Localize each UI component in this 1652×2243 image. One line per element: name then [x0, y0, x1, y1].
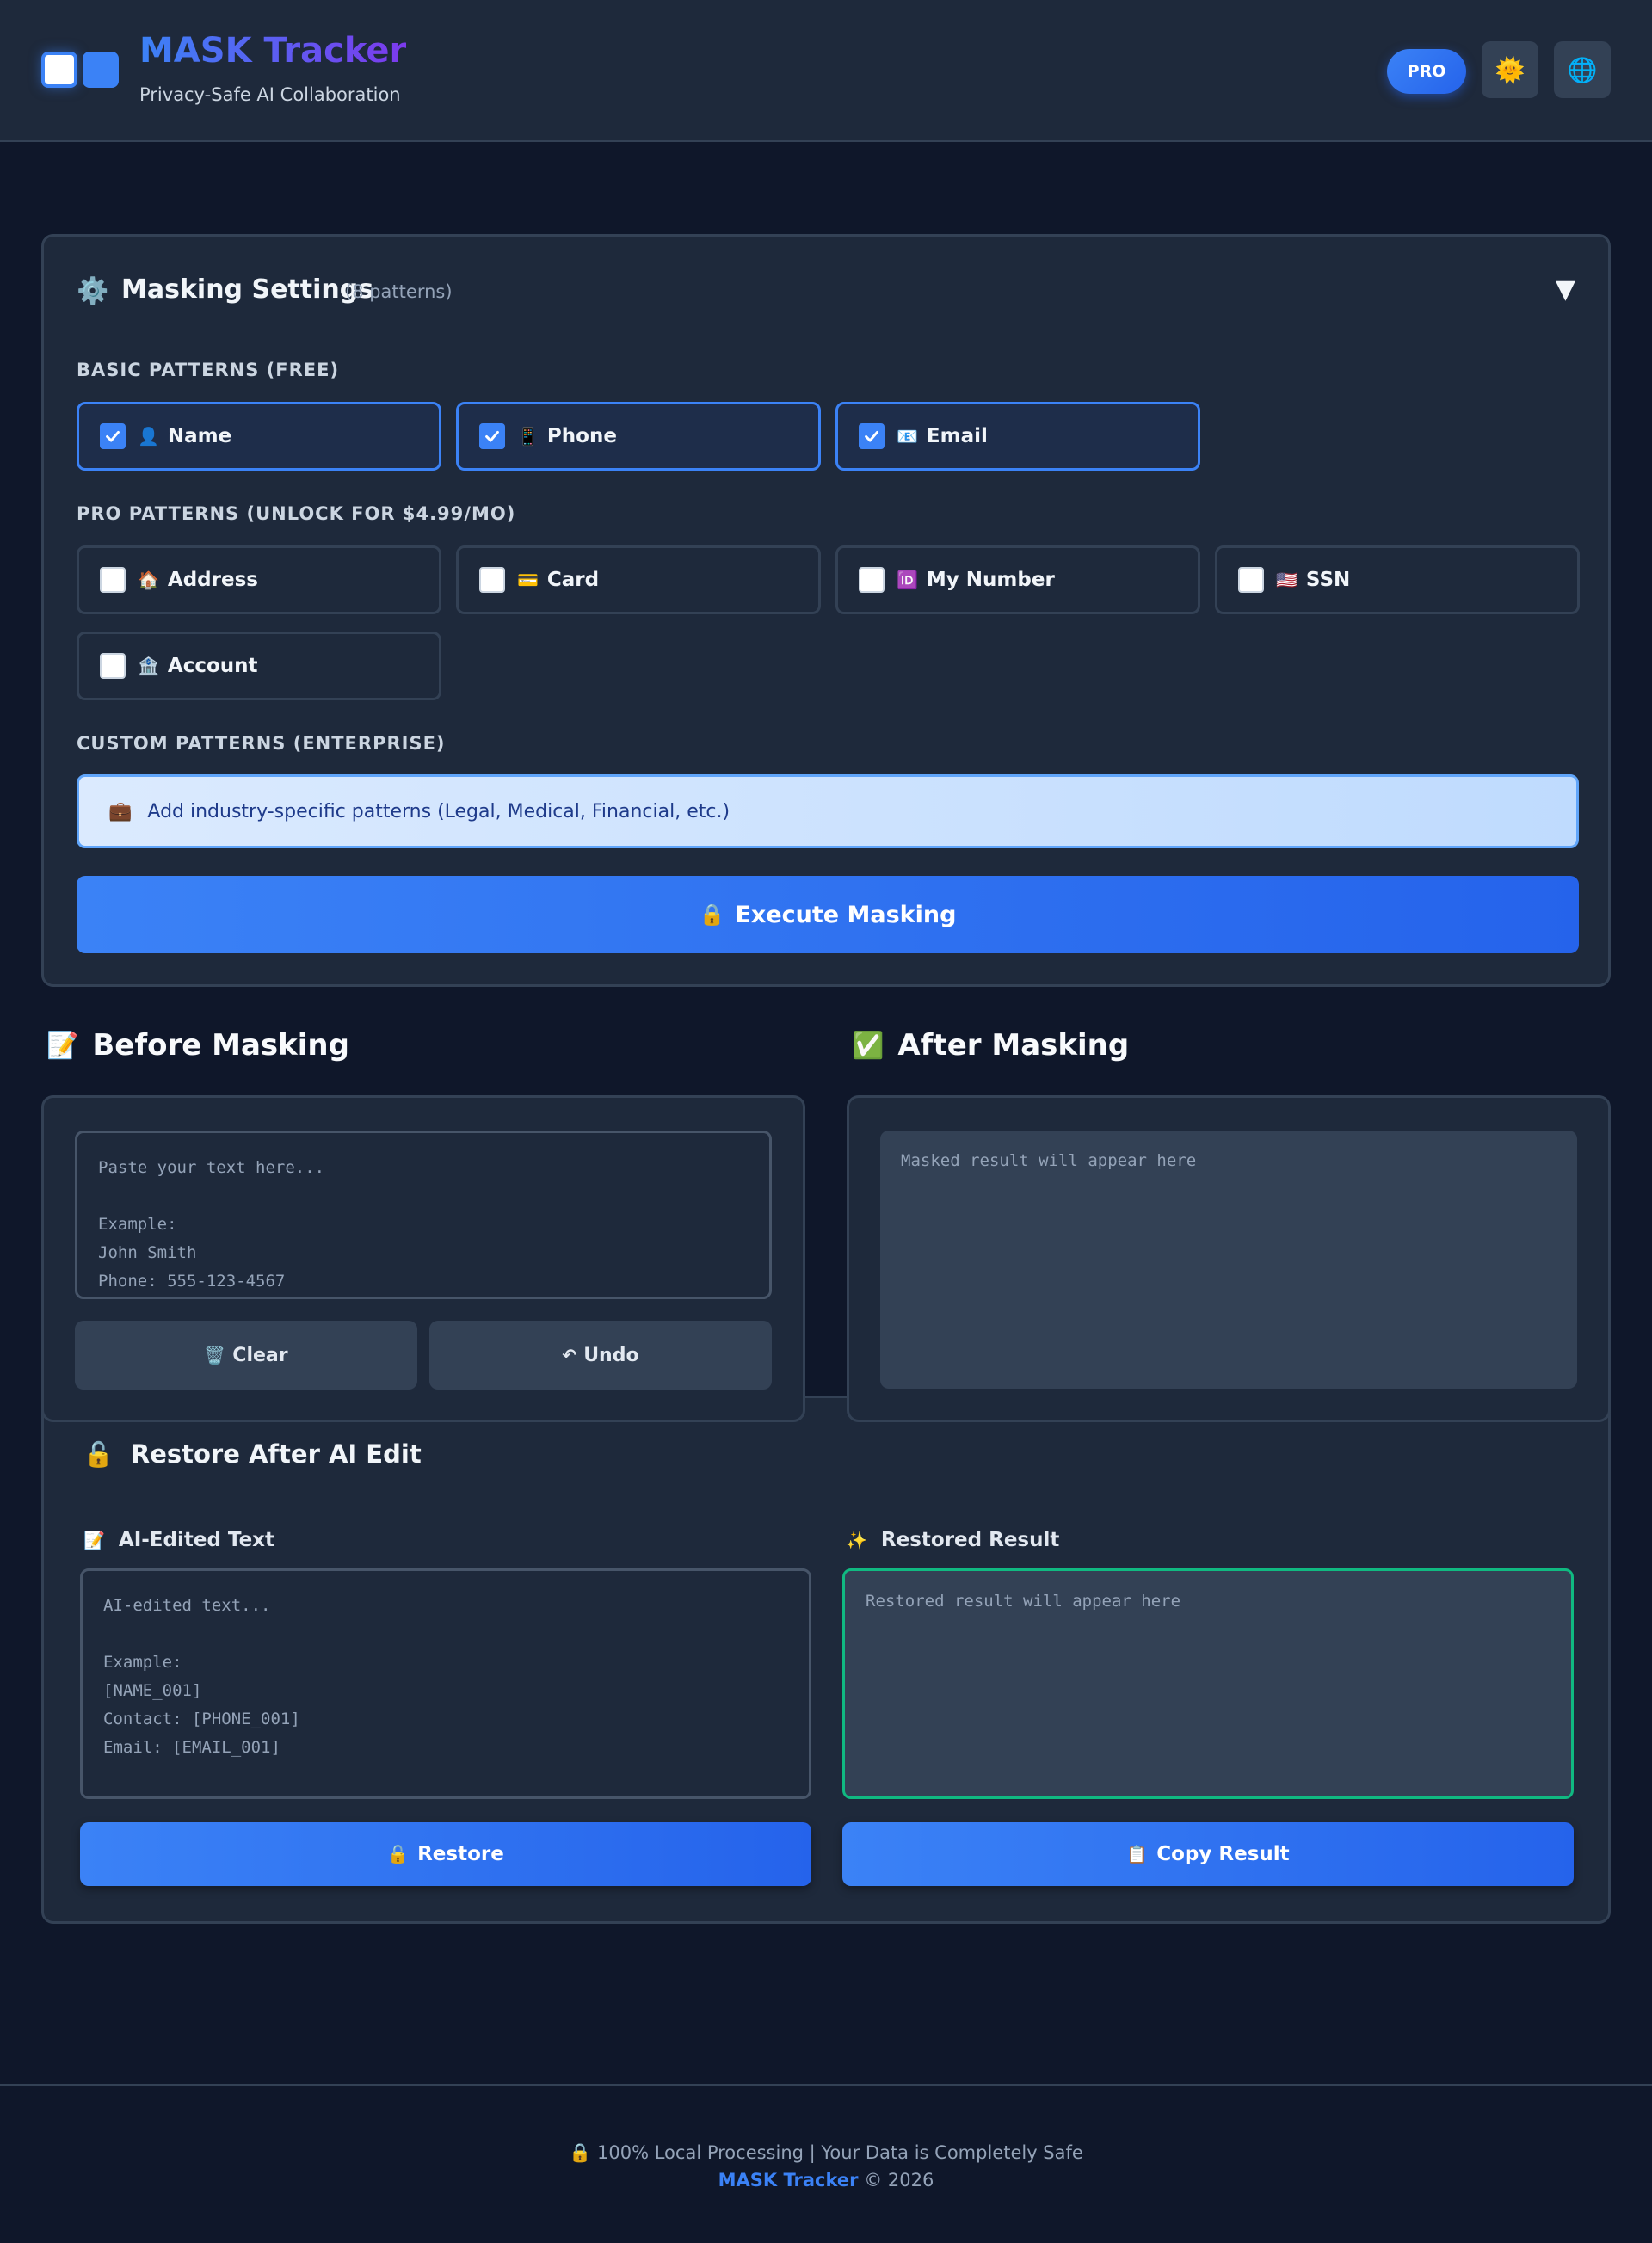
checkbox-account[interactable] — [100, 653, 126, 679]
after-masking-label: After Masking — [897, 1028, 1130, 1063]
restored-result-label: ✨ Restored Result — [846, 1529, 1059, 1551]
pro-patterns-label: PRO PATTERNS (UNLOCK FOR $4.99/MO) — [77, 503, 516, 524]
copy-result-button-label: Copy Result — [1156, 1843, 1290, 1865]
unlock-icon: 🔓 — [387, 1844, 410, 1864]
masking-settings-panel: ⚙️ Masking Settings (8 patterns) ▼ BASIC… — [41, 234, 1611, 987]
app-title: MASK Tracker — [139, 31, 407, 71]
sun-icon: 🌞 — [1495, 55, 1526, 84]
ai-edited-label: 📝 AI-Edited Text — [83, 1529, 274, 1551]
pattern-phone[interactable]: 📱 Phone — [456, 402, 821, 471]
undo-button-label: Undo — [583, 1344, 639, 1366]
check-icon: ✅ — [852, 1030, 885, 1061]
house-icon: 🏠 — [138, 570, 159, 590]
phone-icon: 📱 — [517, 426, 539, 447]
custom-patterns-text: Add industry-specific patterns (Legal, M… — [147, 800, 730, 823]
globe-icon: 🌐 — [1567, 55, 1598, 84]
app-header: MASK Tracker Privacy-Safe AI Collaborati… — [0, 0, 1652, 142]
before-masking-label: Before Masking — [92, 1028, 349, 1063]
pattern-label: Address — [167, 569, 258, 591]
footer-copyright: MASK Tracker © 2026 — [0, 2170, 1652, 2191]
footer-privacy-note: 🔒 100% Local Processing | Your Data is C… — [0, 2142, 1652, 2164]
pattern-label: SSN — [1305, 569, 1351, 591]
language-button[interactable]: 🌐 — [1554, 41, 1611, 98]
restore-title: 🔓 Restore After AI Edit — [83, 1439, 422, 1469]
pattern-label: Phone — [546, 425, 617, 447]
logo — [41, 52, 120, 90]
id-icon: 🆔 — [897, 570, 918, 590]
logo-square-left — [41, 52, 77, 88]
pattern-label: My Number — [926, 569, 1055, 591]
copy-result-button[interactable]: 📋 Copy Result — [842, 1822, 1574, 1886]
checkbox-email[interactable] — [859, 423, 885, 449]
restored-result-label-text: Restored Result — [880, 1529, 1060, 1551]
credit-card-icon: 💳 — [517, 570, 539, 590]
custom-patterns-label: CUSTOM PATTERNS (ENTERPRISE) — [77, 733, 446, 754]
memo-icon: 📝 — [83, 1530, 105, 1550]
person-icon: 👤 — [138, 426, 159, 447]
ai-edited-input[interactable]: AI-edited text... Example: [NAME_001] Co… — [80, 1568, 811, 1799]
after-masking-card: Masked result will appear here — [847, 1095, 1611, 1422]
checkbox-address[interactable] — [100, 567, 126, 593]
checkbox-ssn[interactable] — [1238, 567, 1264, 593]
undo-icon: ↶ — [562, 1345, 577, 1365]
execute-masking-button[interactable]: 🔒 Execute Masking — [77, 876, 1579, 953]
pattern-address[interactable]: 🏠 Address — [77, 545, 441, 614]
checkbox-name[interactable] — [100, 423, 126, 449]
trash-icon: 🗑️ — [204, 1345, 226, 1365]
ai-edited-label-text: AI-Edited Text — [118, 1529, 274, 1551]
bank-icon: 🏦 — [138, 656, 159, 676]
memo-icon: 📝 — [46, 1030, 79, 1061]
execute-masking-label: Execute Masking — [735, 901, 957, 928]
before-masking-input[interactable]: Paste your text here... Example: John Sm… — [75, 1131, 772, 1299]
us-flag-icon: 🇺🇸 — [1276, 570, 1298, 590]
settings-title[interactable]: Masking Settings — [121, 274, 373, 305]
add-custom-patterns-button[interactable]: 💼 Add industry-specific patterns (Legal,… — [77, 774, 1579, 848]
masked-result-output[interactable]: Masked result will appear here — [880, 1131, 1577, 1389]
unlock-icon: 🔓 — [83, 1439, 114, 1469]
pattern-account[interactable]: 🏦 Account — [77, 632, 441, 700]
pattern-label: Card — [546, 569, 600, 591]
pattern-count: (8 patterns) — [345, 281, 453, 302]
restore-title-label: Restore After AI Edit — [130, 1439, 422, 1469]
email-icon: 📧 — [897, 426, 918, 447]
footer: 🔒 100% Local Processing | Your Data is C… — [0, 2084, 1652, 2243]
pattern-label: Name — [167, 425, 232, 447]
sparkles-icon: ✨ — [846, 1530, 867, 1550]
before-masking-title: 📝 Before Masking — [46, 1028, 349, 1063]
pattern-label: Email — [926, 425, 988, 447]
pattern-my-number[interactable]: 🆔 My Number — [835, 545, 1200, 614]
collapse-toggle-icon[interactable]: ▼ — [1556, 274, 1575, 305]
clear-button[interactable]: 🗑️ Clear — [75, 1321, 417, 1390]
copyright-text: © 2026 — [864, 2170, 934, 2191]
checkbox-phone[interactable] — [479, 423, 505, 449]
pattern-card[interactable]: 💳 Card — [456, 545, 821, 614]
pro-button[interactable]: PRO — [1387, 49, 1466, 94]
basic-patterns-label: BASIC PATTERNS (FREE) — [77, 360, 340, 380]
checkbox-card[interactable] — [479, 567, 505, 593]
checkbox-my-number[interactable] — [859, 567, 885, 593]
clipboard-icon: 📋 — [1126, 1844, 1149, 1864]
theme-toggle-button[interactable]: 🌞 — [1482, 41, 1538, 98]
restore-button[interactable]: 🔓 Restore — [80, 1822, 811, 1886]
undo-button[interactable]: ↶ Undo — [429, 1321, 772, 1390]
restore-button-label: Restore — [417, 1843, 504, 1865]
restored-result-output[interactable]: Restored result will appear here — [842, 1568, 1574, 1799]
footer-brand[interactable]: MASK Tracker — [718, 2170, 859, 2191]
lock-icon: 🔒 — [569, 2142, 592, 2163]
pattern-email[interactable]: 📧 Email — [835, 402, 1200, 471]
pattern-ssn[interactable]: 🇺🇸 SSN — [1215, 545, 1580, 614]
clear-button-label: Clear — [232, 1344, 288, 1366]
footer-privacy-text: 100% Local Processing | Your Data is Com… — [597, 2142, 1083, 2163]
app-subtitle: Privacy-Safe AI Collaboration — [139, 84, 401, 105]
before-masking-card: Paste your text here... Example: John Sm… — [41, 1095, 805, 1422]
logo-square-right — [83, 52, 119, 88]
pattern-label: Account — [167, 655, 258, 677]
lock-icon: 🔒 — [699, 903, 725, 927]
pattern-name[interactable]: 👤 Name — [77, 402, 441, 471]
after-masking-title: ✅ After Masking — [852, 1028, 1129, 1063]
gear-icon: ⚙️ — [77, 276, 109, 306]
restore-panel: 🔓 Restore After AI Edit 📝 AI-Edited Text… — [41, 1396, 1611, 1924]
briefcase-icon: 💼 — [108, 800, 133, 823]
